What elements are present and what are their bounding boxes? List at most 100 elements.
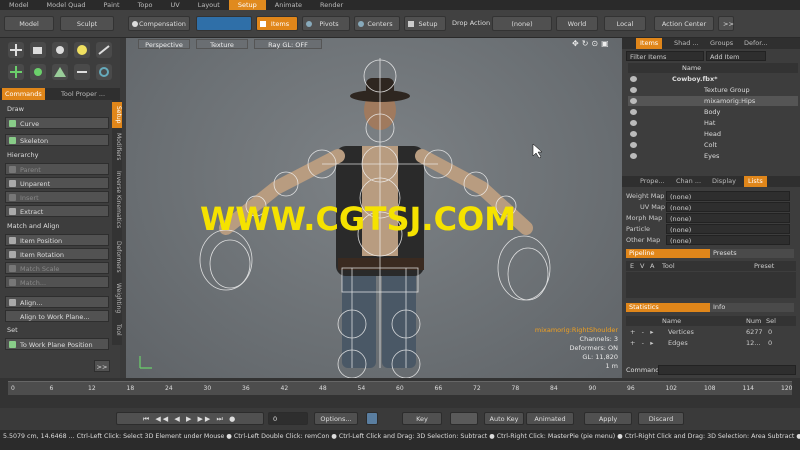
insert-button[interactable]: Insert bbox=[5, 191, 109, 203]
deformer-icon[interactable] bbox=[74, 64, 90, 80]
selection-mode-icons[interactable] bbox=[196, 16, 252, 31]
add-item-select[interactable]: Add Item bbox=[706, 51, 766, 61]
tab-channels[interactable]: Chan ... bbox=[672, 176, 705, 187]
to-work-plane-button[interactable]: To Work Plane Position bbox=[5, 338, 109, 350]
tree-row-eyes[interactable]: Eyes bbox=[628, 151, 798, 161]
tab-animate[interactable]: Animate bbox=[266, 0, 311, 10]
tab-properties[interactable]: Prope... bbox=[636, 176, 669, 187]
item-rotation-button[interactable]: Item Rotation bbox=[5, 248, 109, 260]
toolbar-more-button[interactable]: >> bbox=[718, 16, 734, 31]
options-button[interactable]: Options... bbox=[314, 412, 358, 425]
bone-icon[interactable] bbox=[96, 42, 112, 58]
visibility-eye-icon[interactable] bbox=[630, 98, 637, 104]
visibility-eye-icon[interactable] bbox=[630, 87, 637, 93]
playback-controls[interactable]: ⏮ ◀◀ ◀ ▶ ▶▶ ⏭ ● bbox=[116, 412, 264, 425]
sculpt-button[interactable]: Sculpt bbox=[60, 16, 114, 31]
tab-uv[interactable]: UV bbox=[162, 0, 189, 10]
texture-button[interactable]: Texture bbox=[196, 39, 248, 49]
perspective-button[interactable]: Perspective bbox=[138, 39, 190, 49]
items-button[interactable]: Items bbox=[256, 16, 298, 31]
compensation-button[interactable]: Compensation bbox=[128, 16, 190, 31]
centers-button[interactable]: Centers bbox=[354, 16, 400, 31]
visibility-eye-icon[interactable] bbox=[630, 76, 637, 82]
unparent-button[interactable]: Unparent bbox=[5, 177, 109, 189]
extract-button[interactable]: Extract bbox=[5, 205, 109, 217]
pipeline-list[interactable] bbox=[626, 272, 796, 298]
tab-tool-properties[interactable]: Tool Proper ... bbox=[58, 88, 108, 100]
tab-deformers[interactable]: Defor... bbox=[740, 38, 772, 49]
spotlight-icon[interactable] bbox=[52, 42, 68, 58]
tab-groups[interactable]: Groups bbox=[706, 38, 737, 49]
tab-statistics[interactable]: Statistics bbox=[626, 303, 710, 312]
keyframe-icon[interactable] bbox=[366, 412, 378, 425]
vtab-deformers[interactable]: Deformers bbox=[112, 238, 122, 276]
camera-icon[interactable] bbox=[30, 42, 46, 58]
visibility-eye-icon[interactable] bbox=[630, 109, 637, 115]
action-center-select[interactable]: Action Center bbox=[654, 16, 714, 31]
tab-render[interactable]: Render bbox=[311, 0, 352, 10]
vtab-setup[interactable]: Setup bbox=[112, 102, 122, 128]
match-button[interactable]: Match... bbox=[5, 276, 109, 288]
stats-row-vertices[interactable]: + - ▸ Vertices 6277 0 bbox=[626, 327, 796, 337]
visibility-eye-icon[interactable] bbox=[630, 153, 637, 159]
animated-select[interactable]: Animated bbox=[526, 412, 574, 425]
light-icon[interactable] bbox=[74, 42, 90, 58]
uv-map-select[interactable]: (none) bbox=[666, 202, 790, 212]
local-button[interactable]: Local bbox=[604, 16, 646, 31]
tab-lists[interactable]: Lists bbox=[744, 176, 767, 187]
joint-icon[interactable] bbox=[30, 64, 46, 80]
tree-row-head[interactable]: Head bbox=[628, 129, 798, 139]
tab-presets[interactable]: Presets bbox=[710, 249, 794, 258]
apply-button[interactable]: Apply bbox=[584, 412, 632, 425]
tree-row-hips[interactable]: mixamorig:Hips bbox=[628, 96, 798, 106]
left-more-button[interactable]: >> bbox=[94, 360, 110, 372]
locator-icon[interactable] bbox=[8, 64, 24, 80]
tab-pipeline[interactable]: Pipeline bbox=[626, 249, 710, 258]
pivots-button[interactable]: Pivots bbox=[302, 16, 350, 31]
viewport-nav-icons[interactable]: ✥↻⊙▣ bbox=[572, 39, 618, 49]
item-position-button[interactable]: Item Position bbox=[5, 234, 109, 246]
tab-model-quad[interactable]: Model Quad bbox=[38, 0, 95, 10]
model-button[interactable]: Model bbox=[4, 16, 54, 31]
visibility-eye-icon[interactable] bbox=[630, 142, 637, 148]
setup-button[interactable]: Setup bbox=[404, 16, 446, 31]
key-button[interactable]: Key bbox=[402, 412, 442, 425]
visibility-eye-icon[interactable] bbox=[630, 120, 637, 126]
move-tool-icon[interactable] bbox=[8, 42, 24, 58]
align-button[interactable]: Align... bbox=[5, 296, 109, 308]
ray-gl-button[interactable]: Ray GL: OFF bbox=[254, 39, 322, 49]
vtab-tool[interactable]: Tool bbox=[112, 320, 122, 340]
drop-action-select[interactable]: (none) bbox=[492, 16, 552, 31]
tab-setup[interactable]: Setup bbox=[228, 0, 266, 10]
constraint-icon[interactable] bbox=[96, 64, 112, 80]
tab-model[interactable]: Model bbox=[0, 0, 38, 10]
tab-display[interactable]: Display bbox=[708, 176, 740, 187]
world-button[interactable]: World bbox=[556, 16, 598, 31]
vtab-inverse-kinematics[interactable]: Inverse Kinematics bbox=[112, 166, 122, 234]
discard-button[interactable]: Discard bbox=[638, 412, 684, 425]
weight-map-select[interactable]: (none) bbox=[666, 191, 790, 201]
tab-topo[interactable]: Topo bbox=[129, 0, 162, 10]
mesh-icon[interactable] bbox=[52, 64, 68, 80]
tab-layout[interactable]: Layout bbox=[189, 0, 229, 10]
tab-commands[interactable]: Commands bbox=[2, 88, 45, 100]
parent-button[interactable]: Parent bbox=[5, 163, 109, 175]
tab-items[interactable]: Items bbox=[636, 38, 663, 49]
command-input[interactable] bbox=[658, 365, 796, 375]
auto-key-button[interactable]: Auto Key bbox=[484, 412, 524, 425]
curve-button[interactable]: Curve bbox=[5, 117, 109, 129]
tree-row-colt[interactable]: Colt bbox=[628, 140, 798, 150]
tree-row-hat[interactable]: Hat bbox=[628, 118, 798, 128]
tab-info[interactable]: Info bbox=[710, 303, 794, 312]
stats-row-edges[interactable]: + - ▸ Edges 12... 0 bbox=[626, 338, 796, 348]
tab-paint[interactable]: Paint bbox=[94, 0, 128, 10]
morph-map-select[interactable]: (none) bbox=[666, 213, 790, 223]
vtab-modifiers[interactable]: Modifiers bbox=[112, 132, 122, 162]
tree-row-body[interactable]: Body bbox=[628, 107, 798, 117]
filter-items-select[interactable]: Filter Items bbox=[626, 51, 704, 61]
particle-select[interactable]: (none) bbox=[666, 224, 790, 234]
vtab-weighting[interactable]: Weighting bbox=[112, 280, 122, 316]
tree-row-texture-group[interactable]: Texture Group bbox=[628, 85, 798, 95]
frame-input[interactable]: 0 bbox=[268, 412, 308, 425]
skeleton-button[interactable]: Skeleton bbox=[5, 134, 109, 146]
